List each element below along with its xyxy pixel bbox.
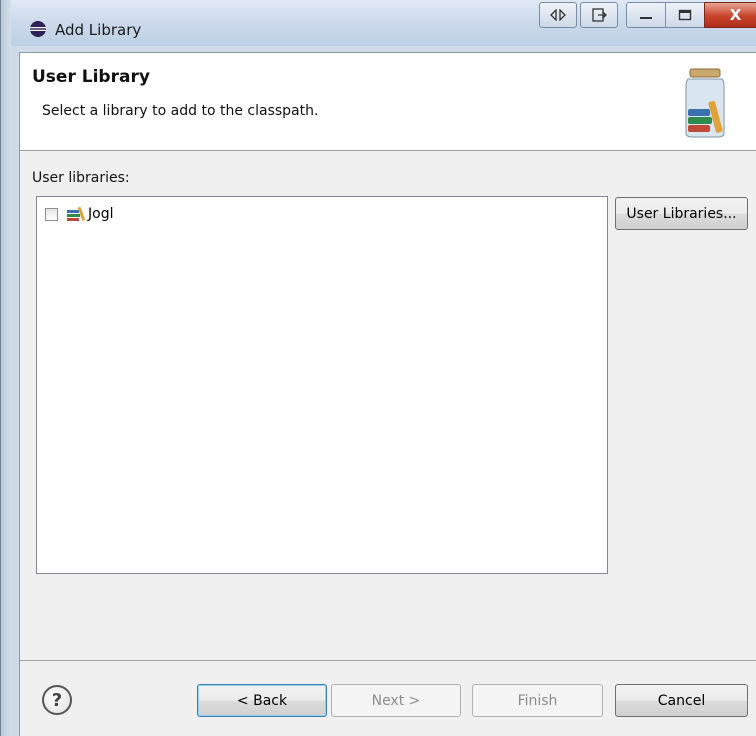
user-libraries-button[interactable]: User Libraries... [615, 197, 748, 230]
library-icon [67, 206, 86, 221]
move-button[interactable] [580, 2, 618, 28]
cancel-button[interactable]: Cancel [615, 684, 748, 717]
user-libraries-list[interactable]: Jogl [36, 196, 608, 574]
swap-button[interactable] [539, 2, 577, 28]
library-checkbox[interactable] [45, 207, 58, 221]
maximize-icon [678, 9, 692, 21]
move-icon [592, 8, 607, 22]
minimize-button[interactable] [626, 2, 666, 28]
back-button[interactable]: < Back [197, 684, 327, 717]
help-button[interactable]: ? [42, 685, 72, 715]
dialog-client-area: User Library Select a library to add to … [19, 52, 756, 736]
next-button[interactable]: Next > [331, 684, 461, 717]
page-title: User Library [32, 67, 150, 87]
close-icon: X [729, 6, 742, 24]
page-description: Select a library to add to the classpath… [42, 103, 319, 119]
title-bar[interactable]: Add Library X [11, 0, 756, 46]
library-name: Jogl [88, 206, 114, 222]
help-icon: ? [51, 689, 63, 711]
add-library-window: Add Library X User Library Select a libr… [0, 0, 756, 736]
swap-icon [550, 9, 566, 21]
window-title: Add Library [55, 21, 142, 39]
eclipse-icon [30, 21, 46, 37]
background-window-edge [1, 0, 11, 736]
finish-button[interactable]: Finish [472, 684, 603, 717]
list-item[interactable]: Jogl [45, 204, 113, 224]
footer-separator [20, 660, 756, 661]
maximize-button[interactable] [665, 2, 705, 28]
minimize-icon [640, 17, 652, 19]
close-button[interactable]: X [704, 2, 756, 28]
wizard-header: User Library Select a library to add to … [20, 53, 756, 151]
library-jar-icon [685, 68, 725, 138]
user-libraries-label: User libraries: [32, 170, 130, 186]
